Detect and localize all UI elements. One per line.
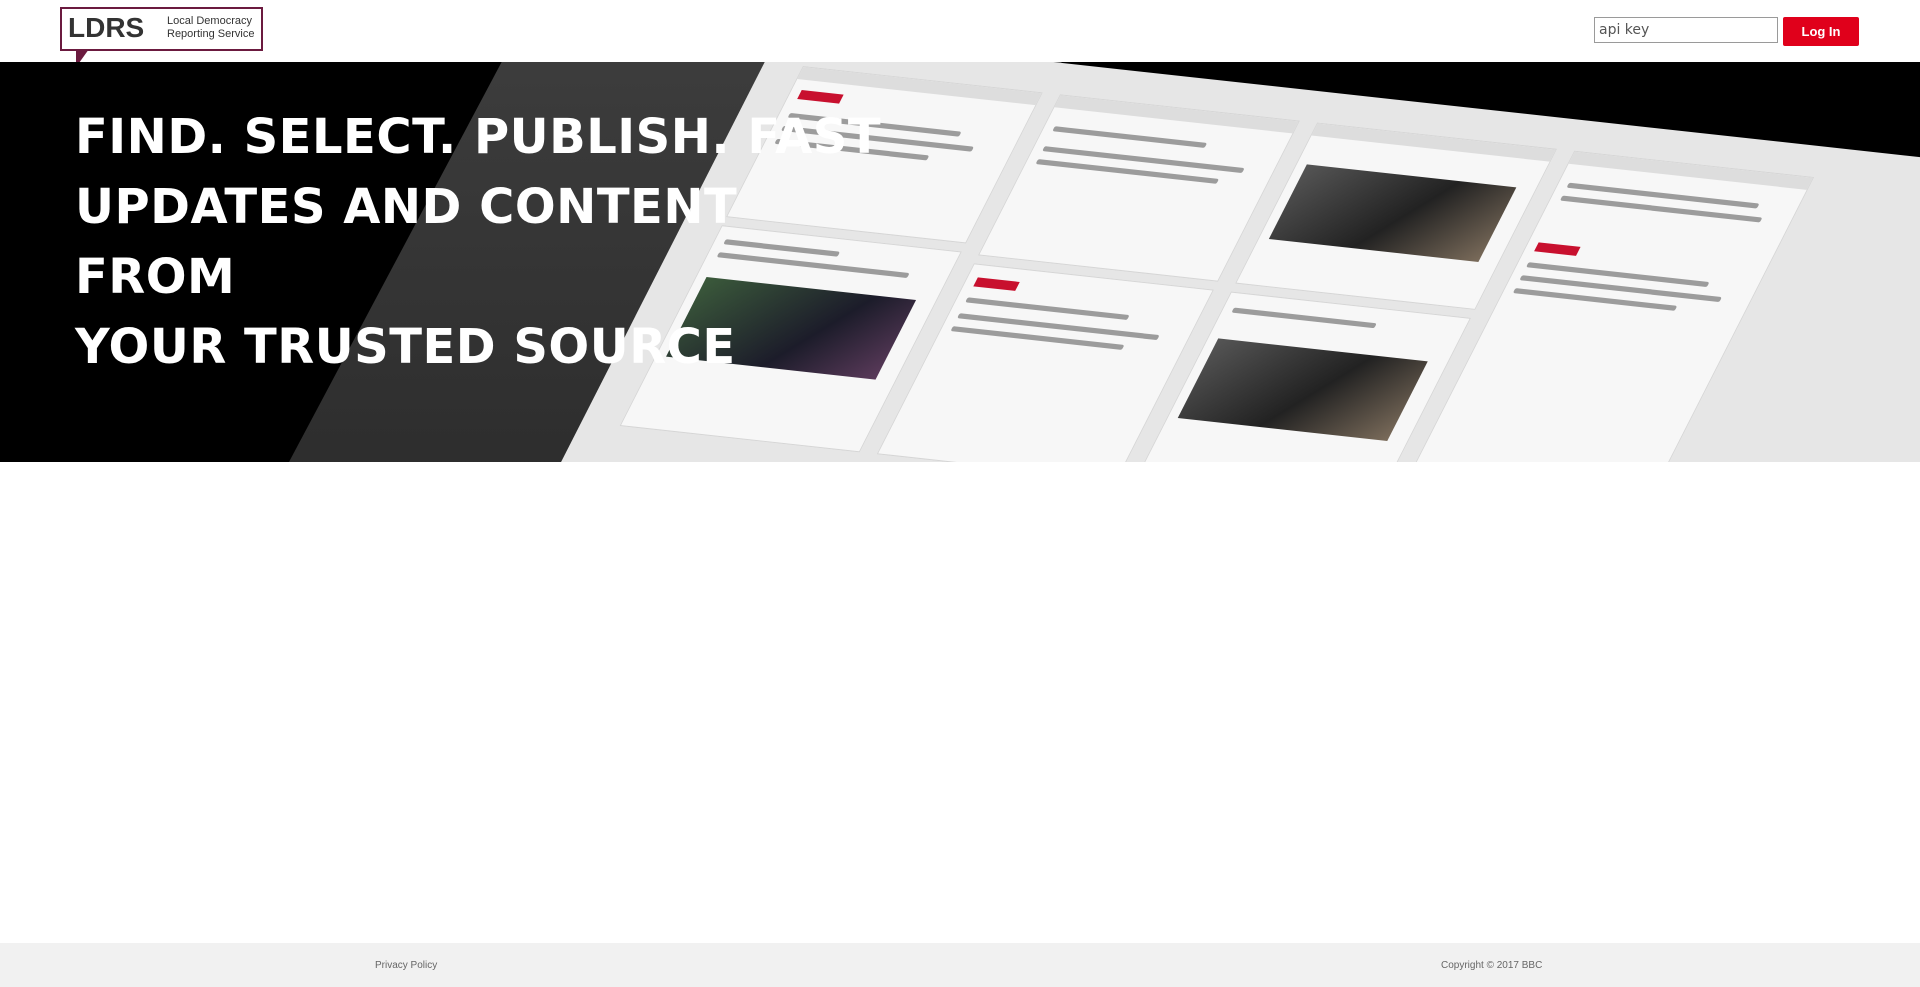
logo-tagline-line2: Reporting Service bbox=[167, 28, 255, 40]
logo-tagline: Local Democracy Reporting Service bbox=[167, 15, 262, 41]
api-key-input[interactable] bbox=[1594, 17, 1778, 43]
copyright-text: Copyright © 2017 BBC bbox=[1441, 960, 1543, 971]
site-footer: Privacy Policy Copyright © 2017 BBC bbox=[0, 943, 1920, 987]
hero-banner: FIND. SELECT. PUBLISH. FAST UPDATES AND … bbox=[0, 62, 1920, 462]
logo-speech-tail bbox=[76, 49, 89, 63]
hero-headline-line3: YOUR TRUSTED SOURCE bbox=[75, 319, 736, 375]
site-header: LDRS Local Democracy Reporting Service L… bbox=[0, 0, 1920, 63]
privacy-policy-link[interactable]: Privacy Policy bbox=[375, 960, 437, 971]
hero-headline-line1: FIND. SELECT. PUBLISH. FAST bbox=[75, 109, 882, 165]
logo-mark: LDRS bbox=[68, 12, 145, 43]
hero-headline: FIND. SELECT. PUBLISH. FAST UPDATES AND … bbox=[75, 102, 895, 382]
login-button[interactable]: Log In bbox=[1783, 17, 1859, 46]
logo-tagline-line1: Local Democracy bbox=[167, 15, 252, 27]
ldrs-logo[interactable]: LDRS Local Democracy Reporting Service bbox=[60, 7, 267, 63]
hero-headline-line2: UPDATES AND CONTENT FROM bbox=[75, 179, 738, 305]
